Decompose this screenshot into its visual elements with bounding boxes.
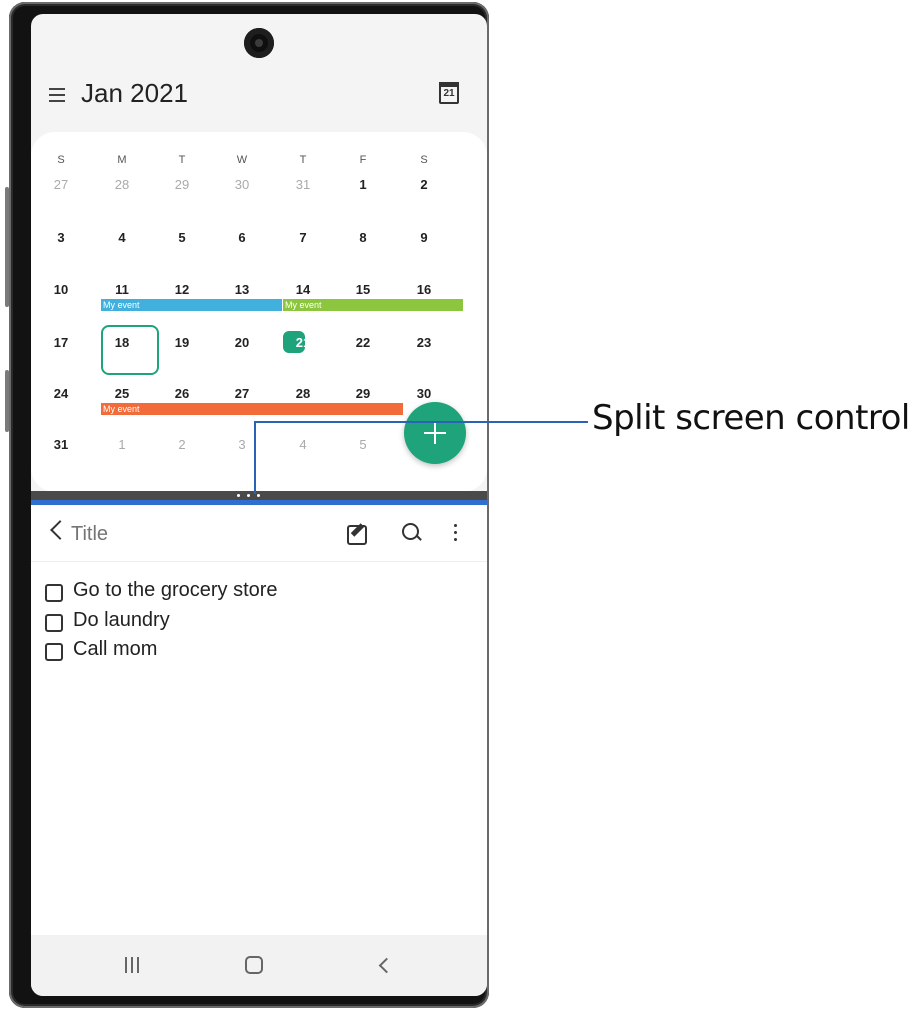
weekday-label: M bbox=[117, 154, 127, 166]
day-cell[interactable]: 20 bbox=[212, 335, 272, 350]
day-cell[interactable]: 25 bbox=[92, 386, 152, 401]
day-cell[interactable]: 7 bbox=[273, 230, 333, 245]
checkbox[interactable] bbox=[45, 584, 63, 602]
day-cell[interactable]: 29 bbox=[333, 386, 393, 401]
front-camera bbox=[244, 28, 274, 58]
menu-icon[interactable] bbox=[49, 86, 69, 102]
weekday-label: T bbox=[178, 154, 186, 166]
navigation-bar bbox=[31, 935, 487, 996]
callout-label: Split screen control bbox=[592, 398, 910, 438]
day-cell[interactable]: 11 bbox=[92, 282, 152, 297]
day-cell[interactable]: 10 bbox=[31, 282, 91, 297]
day-cell[interactable]: 30 bbox=[212, 177, 272, 192]
day-cell[interactable]: 29 bbox=[152, 177, 212, 192]
calendar-header: Jan 2021 21 bbox=[31, 64, 487, 124]
checkbox[interactable] bbox=[45, 614, 63, 632]
day-cell[interactable]: 2 bbox=[152, 437, 212, 452]
day-cell[interactable]: 8 bbox=[333, 230, 393, 245]
event-bar[interactable]: My event bbox=[283, 299, 463, 311]
day-cell[interactable]: 23 bbox=[394, 335, 454, 350]
day-cell[interactable]: 30 bbox=[394, 386, 454, 401]
day-cell[interactable]: 9 bbox=[394, 230, 454, 245]
day-cell[interactable]: 1 bbox=[92, 437, 152, 452]
day-cell[interactable]: 28 bbox=[92, 177, 152, 192]
day-cell[interactable]: 1 bbox=[333, 177, 393, 192]
day-cell-selected[interactable]: 18 bbox=[92, 335, 152, 350]
day-cell[interactable]: 3 bbox=[31, 230, 91, 245]
day-cell[interactable]: 4 bbox=[273, 437, 333, 452]
edit-icon[interactable] bbox=[347, 525, 367, 545]
note-title-input[interactable] bbox=[71, 523, 271, 546]
phone-frame: Jan 2021 21 S M T W T F S 27 28 29 30 31 bbox=[5, 2, 489, 1008]
screen: Jan 2021 21 S M T W T F S 27 28 29 30 31 bbox=[31, 14, 487, 996]
notes-toolbar bbox=[31, 505, 487, 562]
day-cell[interactable]: 28 bbox=[273, 386, 333, 401]
weekday-label: S bbox=[420, 154, 428, 166]
callout-line-vertical bbox=[254, 421, 256, 494]
day-cell[interactable]: 2 bbox=[394, 177, 454, 192]
day-cell[interactable]: 31 bbox=[31, 437, 91, 452]
event-bar[interactable]: My event bbox=[101, 403, 403, 415]
day-cell[interactable]: 14 bbox=[273, 282, 333, 297]
selected-day-outline bbox=[101, 325, 159, 375]
day-cell[interactable]: 15 bbox=[333, 282, 393, 297]
day-cell[interactable]: 6 bbox=[212, 230, 272, 245]
weekday-label: S bbox=[57, 154, 65, 166]
day-cell[interactable]: 4 bbox=[92, 230, 152, 245]
day-cell[interactable]: 12 bbox=[152, 282, 212, 297]
more-vertical-icon[interactable] bbox=[454, 524, 458, 542]
day-cell[interactable]: 16 bbox=[394, 282, 454, 297]
calendar-today-icon[interactable]: 21 bbox=[439, 82, 459, 104]
day-cell[interactable]: 27 bbox=[212, 386, 272, 401]
checkbox[interactable] bbox=[45, 643, 63, 661]
day-cell[interactable]: 22 bbox=[333, 335, 393, 350]
day-cell[interactable]: 5 bbox=[152, 230, 212, 245]
weekday-label: T bbox=[299, 154, 307, 166]
day-cell[interactable]: 27 bbox=[31, 177, 91, 192]
day-cell-today[interactable]: 21 bbox=[273, 335, 333, 350]
side-button bbox=[5, 187, 9, 307]
day-cell[interactable]: 13 bbox=[212, 282, 272, 297]
day-cell[interactable]: 5 bbox=[333, 437, 393, 452]
weekday-label: W bbox=[236, 154, 248, 166]
day-cell[interactable]: 24 bbox=[31, 386, 91, 401]
day-cell[interactable]: 3 bbox=[212, 437, 272, 452]
day-cell[interactable]: 17 bbox=[31, 335, 91, 350]
day-cell[interactable]: 31 bbox=[273, 177, 333, 192]
back-icon[interactable] bbox=[50, 520, 70, 540]
day-cell[interactable]: 26 bbox=[152, 386, 212, 401]
notes-app-panel: Go to the grocery store Do laundry Call … bbox=[31, 505, 487, 935]
add-event-button[interactable] bbox=[404, 402, 466, 464]
home-icon[interactable] bbox=[245, 956, 263, 974]
recent-apps-icon[interactable] bbox=[125, 957, 141, 973]
month-title[interactable]: Jan 2021 bbox=[81, 78, 188, 109]
day-cell[interactable]: 19 bbox=[152, 335, 212, 350]
search-icon[interactable] bbox=[402, 523, 419, 540]
side-button bbox=[5, 370, 9, 432]
weekday-label: F bbox=[359, 154, 367, 166]
callout-line-horizontal bbox=[256, 421, 588, 423]
event-bar[interactable]: My event bbox=[101, 299, 282, 311]
nav-back-icon[interactable] bbox=[378, 957, 395, 974]
